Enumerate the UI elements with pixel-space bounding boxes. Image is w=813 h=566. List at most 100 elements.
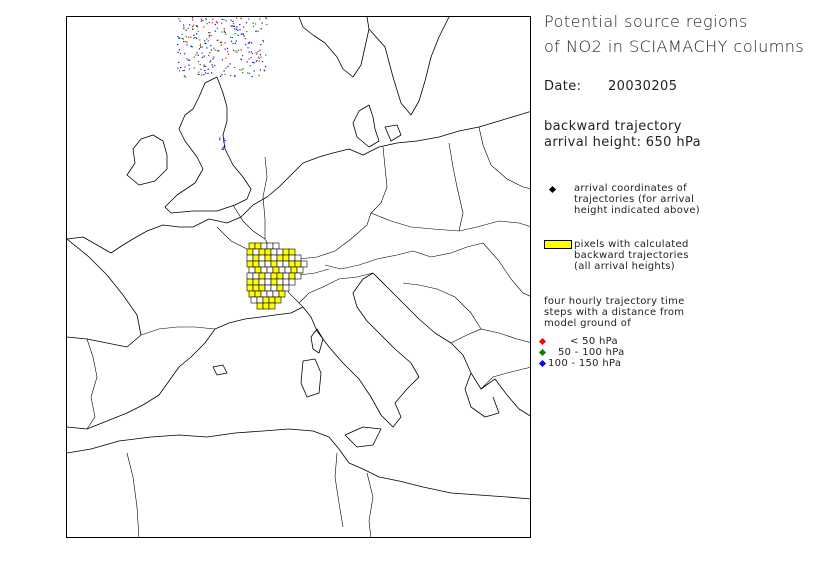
trajectory-line-1: backward trajectory bbox=[544, 119, 682, 134]
trajectory-dot bbox=[224, 42, 226, 44]
grid-cell bbox=[282, 248, 290, 256]
trajectory-dot bbox=[185, 29, 187, 31]
trajectory-dot bbox=[263, 69, 265, 71]
trajectory-pixel-grid bbox=[246, 242, 308, 310]
trajectory-dot bbox=[252, 25, 255, 27]
trajectory-dot bbox=[224, 73, 226, 75]
trajectory-dot bbox=[223, 70, 225, 72]
grid-cell bbox=[246, 260, 254, 268]
grid-cell bbox=[264, 284, 272, 292]
grid-cell bbox=[282, 272, 290, 280]
trajectory-dot bbox=[251, 76, 253, 78]
grid-cell bbox=[278, 266, 286, 274]
trajectory-dot bbox=[204, 40, 206, 42]
grid-cell bbox=[252, 272, 260, 280]
trajectory-dot bbox=[241, 69, 243, 71]
steps-line-1: four hourly trajectory time bbox=[544, 296, 685, 307]
grid-cell bbox=[266, 290, 274, 298]
trajectory-dot bbox=[210, 60, 212, 62]
trajectory-dot bbox=[197, 30, 199, 32]
grid-cell bbox=[278, 290, 286, 298]
border-tunisia-libya bbox=[366, 472, 374, 537]
trajectory-dot bbox=[214, 30, 216, 32]
trajectory-dot bbox=[180, 67, 182, 69]
trajectory-dot bbox=[235, 17, 238, 19]
trajectory-dot bbox=[235, 28, 238, 30]
border-baltics bbox=[478, 126, 530, 189]
grid-cell bbox=[250, 296, 258, 304]
trajectory-dot bbox=[248, 18, 250, 20]
border-poland-east bbox=[448, 142, 464, 232]
grid-cell bbox=[258, 248, 266, 256]
trajectory-dot bbox=[255, 30, 257, 32]
trajectory-dot bbox=[209, 32, 211, 34]
trajectory-dot bbox=[195, 37, 197, 39]
trajectory-dot bbox=[184, 41, 186, 43]
trajectory-dot bbox=[242, 33, 244, 35]
trajectory-dot bbox=[199, 39, 201, 41]
grid-cell bbox=[262, 302, 270, 310]
border-ukraine bbox=[458, 220, 530, 232]
map-frame bbox=[66, 16, 531, 538]
trajectory-dot bbox=[221, 41, 223, 43]
trajectory-dot bbox=[259, 18, 261, 20]
trajectory-dot bbox=[252, 22, 254, 24]
trajectory-dot bbox=[232, 23, 234, 25]
trajectory-dot bbox=[247, 47, 249, 49]
trajectory-dot bbox=[262, 41, 265, 43]
border-balkans-south bbox=[450, 328, 530, 344]
trajectory-dot bbox=[214, 65, 216, 67]
trajectory-dot bbox=[201, 52, 203, 54]
trajectory-dot bbox=[192, 25, 194, 28]
trajectory-dot bbox=[201, 74, 203, 76]
border-algeria-tunisia bbox=[334, 452, 344, 528]
grid-cell bbox=[282, 260, 290, 268]
trajectory-dot bbox=[212, 18, 214, 21]
trajectory-dot bbox=[223, 30, 226, 32]
grid-cell bbox=[282, 284, 290, 292]
trajectory-dot bbox=[245, 44, 247, 46]
trajectory-dot bbox=[223, 28, 225, 30]
trajectory-dot bbox=[234, 50, 236, 52]
trajectory-dot bbox=[240, 49, 242, 51]
trajectory-dot bbox=[205, 72, 207, 74]
trajectory-dot bbox=[259, 49, 261, 51]
trajectory-dot bbox=[208, 21, 210, 24]
trajectory-dot bbox=[247, 42, 249, 44]
trajectory-dot bbox=[261, 61, 264, 63]
band-green-diamond-icon bbox=[538, 348, 547, 357]
coastline-ireland bbox=[126, 134, 168, 186]
trajectory-dot bbox=[226, 47, 229, 50]
trajectory-dot bbox=[197, 26, 199, 28]
trajectory-dot bbox=[246, 61, 248, 63]
trajectory-dot bbox=[236, 51, 238, 53]
trajectory-dot bbox=[254, 23, 257, 25]
grid-cell bbox=[272, 266, 280, 274]
trajectory-dot bbox=[198, 48, 200, 50]
pixel-swatch bbox=[544, 240, 572, 249]
grid-cell bbox=[246, 278, 254, 286]
trajectory-dot bbox=[248, 42, 251, 44]
trajectory-dot bbox=[258, 60, 260, 62]
trajectory-dot bbox=[187, 59, 189, 61]
date-label: Date: bbox=[544, 79, 582, 94]
trajectory-dot bbox=[236, 26, 238, 28]
trajectory-dot bbox=[179, 20, 181, 22]
arrival-diamond-icon bbox=[548, 185, 557, 194]
trajectory-dot bbox=[177, 67, 179, 69]
trajectory-dot bbox=[200, 18, 202, 20]
grid-cell bbox=[258, 254, 266, 262]
trajectory-dot bbox=[178, 49, 181, 51]
coastline-north-africa bbox=[67, 428, 530, 500]
trajectory-dot bbox=[211, 72, 213, 74]
grid-cell bbox=[246, 284, 254, 292]
border-morocco-algeria bbox=[126, 452, 140, 537]
trajectory-dot bbox=[257, 51, 259, 53]
trajectory-dot bbox=[262, 39, 264, 42]
trajectory-dot bbox=[216, 27, 218, 29]
trajectory-dot bbox=[194, 36, 196, 39]
grid-cell bbox=[288, 260, 296, 268]
trajectory-dot bbox=[183, 24, 185, 26]
trajectory-dot bbox=[185, 36, 187, 38]
trajectory-dot bbox=[186, 41, 188, 43]
